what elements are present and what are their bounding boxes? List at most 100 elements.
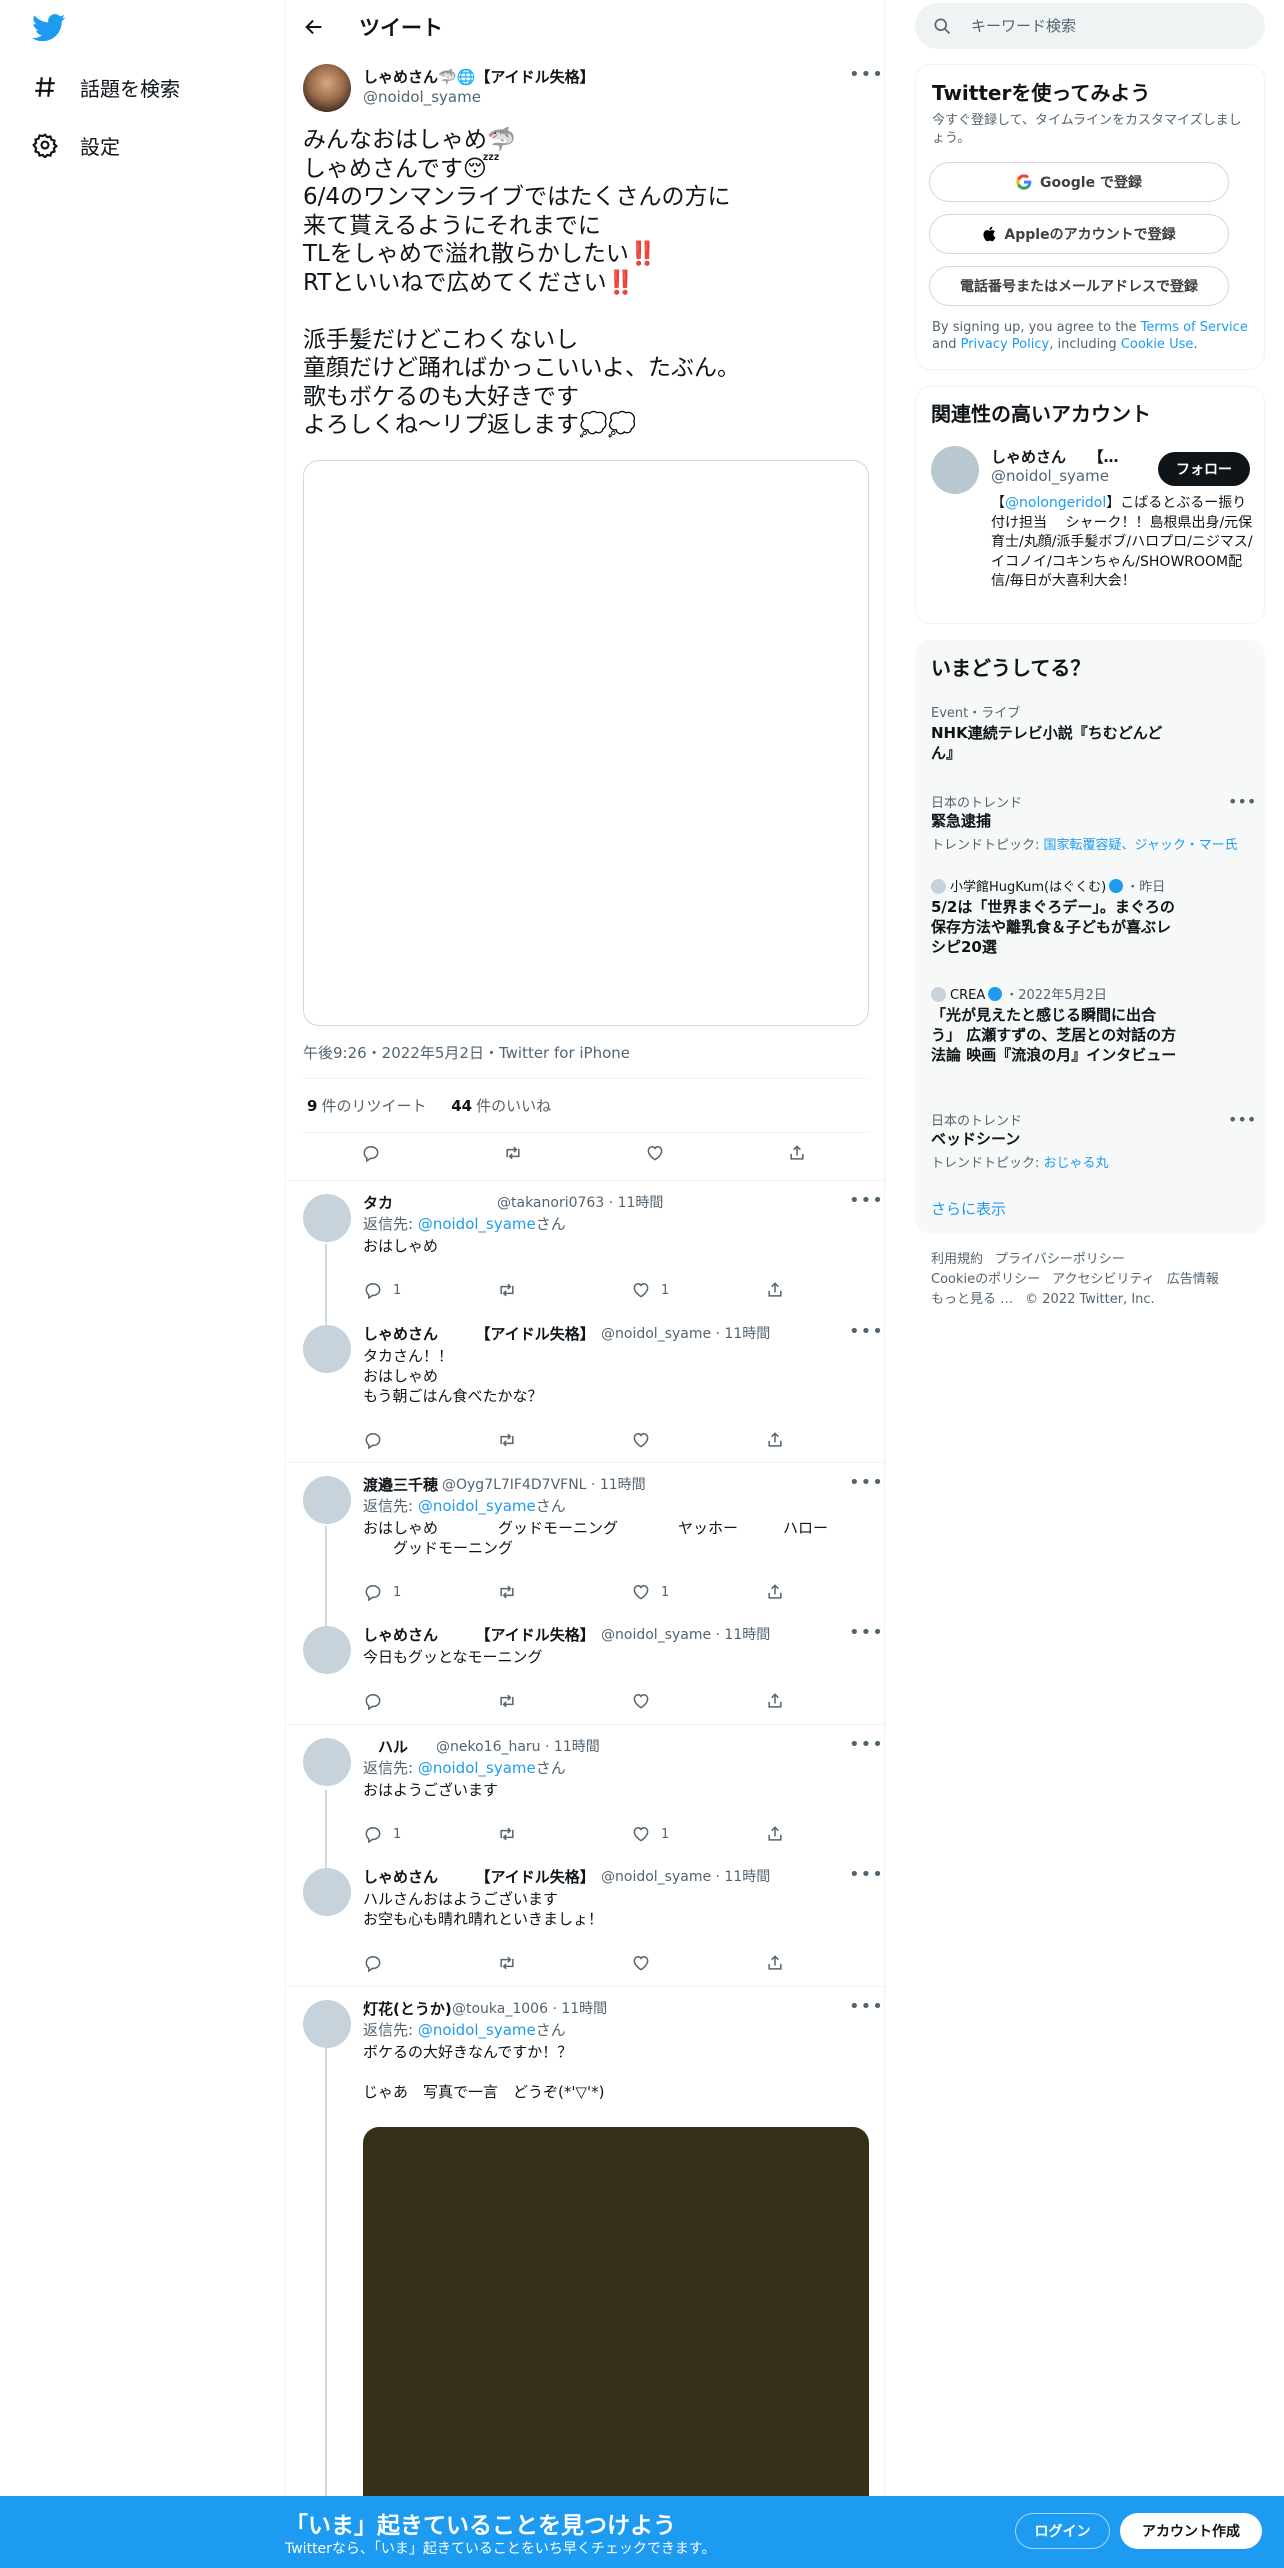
reply-avatar[interactable] [303,1738,351,1786]
retweet-icon[interactable] [497,1430,631,1450]
like-icon[interactable] [631,1953,765,1973]
bio-mention-link[interactable]: @nolongeridol [1005,495,1106,511]
google-signup-button[interactable]: Google で登録 [929,162,1229,202]
reply-icon[interactable]: 1 [363,1824,497,1844]
login-button[interactable]: ログイン [1015,2513,1110,2549]
like-icon[interactable] [631,1691,765,1711]
reply-author-handle[interactable]: @noidol_syame · 11時間 [601,1866,770,1886]
more-options-icon[interactable]: ••• [849,1734,884,1755]
reply-to-user-link[interactable]: @noidol_syame [418,1215,536,1233]
footer-terms-link[interactable]: 利用規約 [931,1252,983,1267]
retweet-icon[interactable] [497,1691,631,1711]
more-options-icon[interactable]: ••• [849,1472,884,1493]
reply-author-handle[interactable]: @neko16_haru · 11時間 [436,1736,600,1756]
more-options-icon[interactable]: ••• [849,1864,884,1885]
reply-author-handle[interactable]: @noidol_syame · 11時間 [601,1624,770,1644]
reply-text: ハルさんおはようございます お空も心も晴れ晴れといきましょ！ [363,1890,604,1928]
retweet-icon[interactable] [497,1824,631,1844]
search-input[interactable] [971,13,1241,39]
reply-author-name[interactable]: 灯花(とうか) [363,1998,452,2019]
more-options-icon[interactable]: ••• [849,64,884,85]
twitter-logo-icon[interactable] [32,14,66,42]
search-box[interactable] [915,3,1265,49]
reply-icon[interactable]: 1 [363,1582,497,1602]
show-more-link[interactable]: さらに表示 [931,1198,1006,1219]
retweet-icon[interactable] [497,1582,631,1602]
author-avatar[interactable] [303,64,351,112]
reply-to-user-link[interactable]: @noidol_syame [418,1497,536,1515]
more-options-icon[interactable]: ••• [849,1190,884,1211]
nav-explore[interactable]: 話題を検索 [32,67,180,107]
cookie-use-link[interactable]: Cookie Use [1121,337,1194,352]
like-icon[interactable] [645,1143,665,1163]
like-icon[interactable]: 1 [631,1824,765,1844]
terms-of-service-link[interactable]: Terms of Service [1141,320,1248,335]
related-handle[interactable]: @noidol_syame [991,467,1109,485]
reply-author-name[interactable]: しゃめさん 【アイドル失格】 [363,1323,595,1344]
reply-avatar[interactable] [303,1868,351,1916]
reply-author-name[interactable]: しゃめさん 【アイドル失格】 [363,1866,595,1887]
gear-icon [32,133,58,158]
reply-author-name[interactable]: ハル [363,1736,408,1757]
reply-avatar[interactable] [303,1325,351,1373]
phone-email-signup-button[interactable]: 電話番号またはメールアドレスで登録 [929,266,1229,306]
related-avatar[interactable] [931,446,979,494]
more-options-icon[interactable]: ••• [849,1321,884,1342]
back-arrow-icon[interactable] [303,16,325,38]
retweet-icon[interactable] [497,1280,631,1300]
share-icon[interactable] [787,1143,807,1163]
reply-avatar[interactable] [303,1626,351,1674]
reply-avatar[interactable] [303,1194,351,1242]
footer-privacy-link[interactable]: プライバシーポリシー [995,1252,1125,1267]
retweet-icon[interactable] [497,1953,631,1973]
reply-author-handle[interactable]: @touka_1006 · 11時間 [452,1998,607,2018]
footer-ads-link[interactable]: 広告情報 [1167,1272,1219,1287]
tweet-timestamp[interactable]: 午後9:26・2022年5月2日・Twitter for iPhone [303,1042,630,1063]
more-options-icon[interactable]: ••• [849,1996,884,2017]
tweet-media[interactable] [303,460,869,1026]
author-name[interactable]: しゃめさん🦈🌐【アイドル失格】 [363,66,595,87]
share-icon[interactable] [765,1280,785,1300]
retweets-stat[interactable]: 9 件のリツイート [307,1097,426,1115]
reply-author-handle[interactable]: @noidol_syame · 11時間 [601,1323,770,1343]
like-icon[interactable]: 1 [631,1280,765,1300]
privacy-policy-link[interactable]: Privacy Policy [961,337,1050,352]
more-options-icon[interactable]: ••• [1228,792,1256,811]
share-icon[interactable] [765,1582,785,1602]
reply-avatar[interactable] [303,1476,351,1524]
reply-author-handle[interactable]: @Oyg7L7IF4D7VFNL · 11時間 [442,1474,646,1494]
reply-author-name[interactable]: しゃめさん 【アイドル失格】 [363,1624,595,1645]
retweet-icon[interactable] [503,1143,523,1163]
related-name[interactable]: しゃめさん 【… [991,446,1119,467]
reply-icon[interactable] [363,1430,497,1450]
like-icon[interactable]: 1 [631,1582,765,1602]
reply-to-user-link[interactable]: @noidol_syame [418,2021,536,2039]
footer-cookie-link[interactable]: Cookieのポリシー [931,1272,1040,1287]
footer-more-link[interactable]: もっと見る … [931,1292,1013,1307]
reply-author-name[interactable]: タカ [363,1192,393,1213]
share-icon[interactable] [765,1953,785,1973]
like-icon[interactable] [631,1430,765,1450]
footer-accessibility-link[interactable]: アクセシビリティ [1052,1272,1155,1287]
apple-signup-button[interactable]: Appleのアカウントで登録 [929,214,1229,254]
reply-icon[interactable] [361,1143,381,1163]
nav-settings[interactable]: 設定 [32,125,120,165]
author-handle[interactable]: @noidol_syame [363,88,481,106]
more-options-icon[interactable]: ••• [849,1622,884,1643]
reply-icon[interactable] [363,1953,497,1973]
reply-icon[interactable] [363,1691,497,1711]
share-icon[interactable] [765,1691,785,1711]
likes-stat[interactable]: 44 件のいいね [451,1097,551,1115]
more-options-icon[interactable]: ••• [1228,1110,1256,1129]
reply-icon[interactable]: 1 [363,1280,497,1300]
trend-topics-link[interactable]: おじゃる丸 [1044,1156,1109,1171]
reply-author-handle[interactable]: @takanori0763 · 11時間 [497,1192,663,1212]
share-icon[interactable] [765,1430,785,1450]
reply-avatar[interactable] [303,2000,351,2048]
share-icon[interactable] [765,1824,785,1844]
reply-author-name[interactable]: 渡邉三千穂 [363,1474,438,1495]
reply-to-user-link[interactable]: @noidol_syame [418,1759,536,1777]
follow-button[interactable]: フォロー [1158,452,1250,486]
trend-topics-link[interactable]: 国家転覆容疑、ジャック・マー氏 [1044,838,1238,853]
create-account-button[interactable]: アカウント作成 [1120,2513,1262,2549]
